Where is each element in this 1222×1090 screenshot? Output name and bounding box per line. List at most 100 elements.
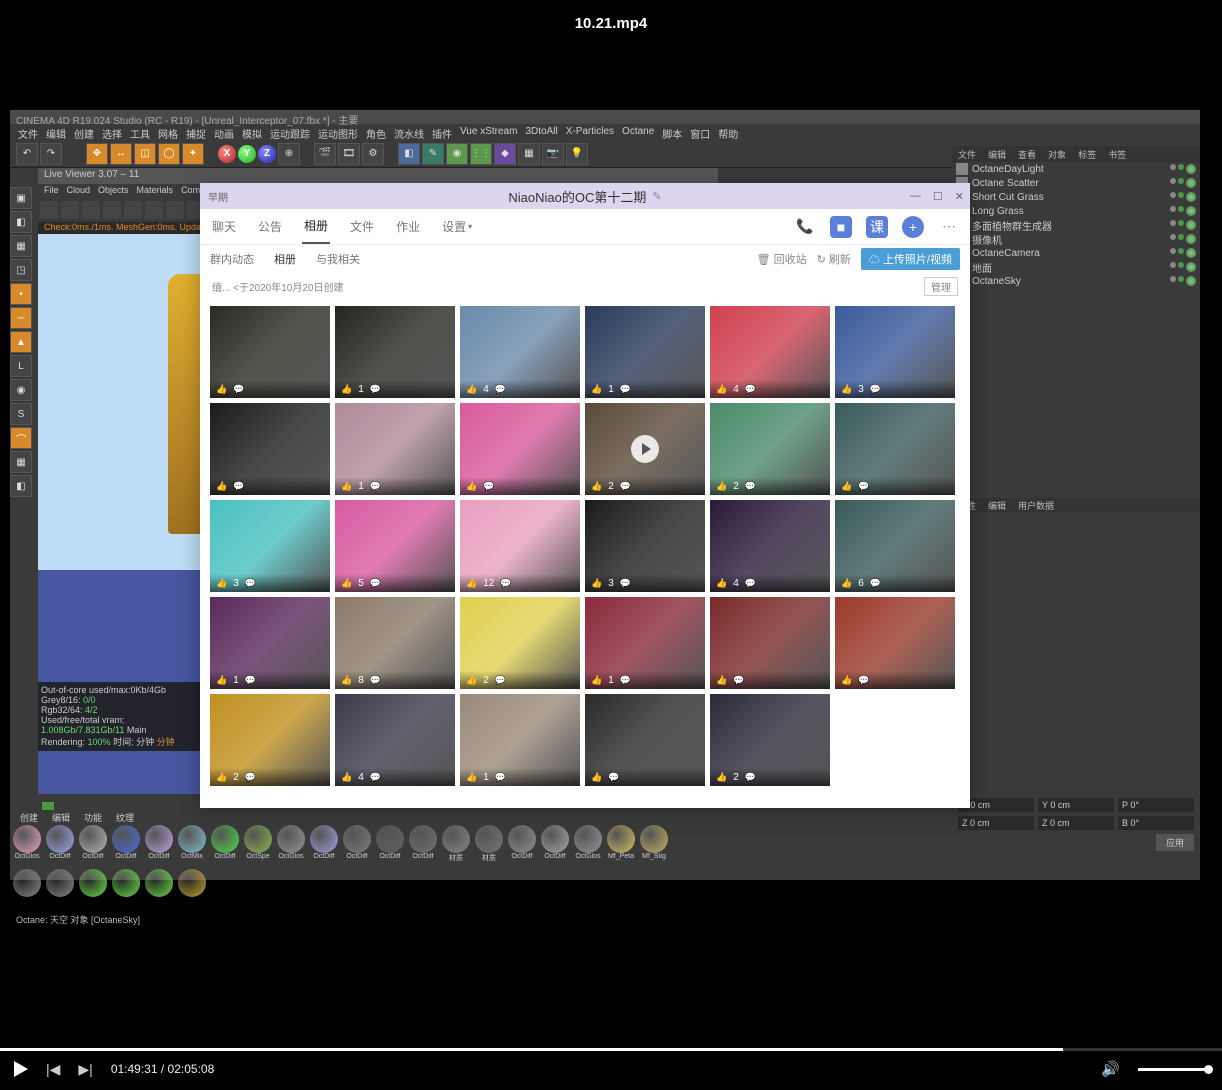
vp-btn[interactable]	[103, 201, 121, 219]
select-icon[interactable]: ✥	[86, 143, 108, 165]
comment-icon[interactable]	[620, 384, 631, 395]
expand-label[interactable]: 早期	[208, 189, 228, 204]
menu-item[interactable]: X-Particles	[564, 126, 616, 138]
comment-icon[interactable]	[495, 772, 506, 783]
rotate-icon[interactable]: ◯	[158, 143, 180, 165]
menu-item[interactable]: 帮助	[716, 126, 740, 138]
comment-icon[interactable]	[620, 675, 631, 686]
object-row[interactable]: OctaneSky	[952, 274, 1200, 288]
viewport-icon[interactable]: ◉	[10, 379, 32, 401]
chat-titlebar[interactable]: 早期 NiaoNiao的OC第十二期 ✎ — ☐ ✕	[200, 183, 970, 209]
z-axis-icon[interactable]: Z	[258, 145, 276, 163]
menu-item[interactable]: 3DtoAll	[523, 126, 559, 138]
material-ball[interactable]: OctDiff	[407, 825, 439, 867]
like-icon[interactable]	[466, 481, 477, 492]
like-icon[interactable]	[591, 675, 602, 686]
photo-thumbnail[interactable]: 3	[835, 306, 955, 398]
photo-thumbnail[interactable]: 1	[585, 597, 705, 689]
locked-icon[interactable]: ◧	[10, 475, 32, 497]
next-icon[interactable]: ▶|	[78, 1061, 92, 1078]
comment-icon[interactable]	[858, 675, 869, 686]
chat-tab[interactable]: 公告	[256, 210, 284, 243]
photo-thumbnail[interactable]: 4	[335, 694, 455, 786]
like-icon[interactable]	[841, 481, 852, 492]
coord-p[interactable]: P 0°	[1118, 798, 1194, 812]
photo-thumbnail[interactable]: 2	[210, 694, 330, 786]
photo-thumbnail[interactable]: 1	[460, 694, 580, 786]
more-icon[interactable]: ⋯	[938, 216, 960, 238]
photo-thumbnail[interactable]: 4	[710, 306, 830, 398]
menu-item[interactable]: 捕捉	[184, 126, 208, 138]
comment-icon[interactable]	[245, 772, 256, 783]
cube-icon[interactable]: ◧	[398, 143, 420, 165]
vp-btn[interactable]	[166, 201, 184, 219]
material-tabs[interactable]: 创建编辑功能纹理	[10, 810, 960, 824]
manage-button[interactable]: 管理	[924, 277, 958, 296]
photo-thumbnail[interactable]: 12	[460, 500, 580, 592]
material-ball[interactable]: OctDiff	[143, 825, 175, 867]
recycle-icon[interactable]: 🗑 回收站	[757, 251, 807, 267]
rendersetting-icon[interactable]: ⚙	[362, 143, 384, 165]
like-icon[interactable]	[466, 675, 477, 686]
comment-icon[interactable]	[370, 675, 381, 686]
play-icon[interactable]	[14, 1061, 28, 1077]
like-icon[interactable]	[216, 578, 227, 589]
pvrender-icon[interactable]: 🎞	[338, 143, 360, 165]
like-icon[interactable]	[341, 384, 352, 395]
menu-item[interactable]: 编辑	[44, 126, 68, 138]
video-call-icon[interactable]: ■	[830, 216, 852, 238]
like-icon[interactable]	[216, 481, 227, 492]
photo-thumbnail[interactable]: 2	[710, 694, 830, 786]
photo-thumbnail[interactable]	[835, 597, 955, 689]
seek-bar[interactable]	[0, 1048, 1222, 1051]
like-icon[interactable]	[466, 578, 477, 589]
like-icon[interactable]	[716, 384, 727, 395]
material-ball[interactable]: 材质	[473, 825, 505, 867]
comment-icon[interactable]	[620, 578, 631, 589]
photo-thumbnail[interactable]: 2	[585, 403, 705, 495]
vp-btn[interactable]	[145, 201, 163, 219]
menu-item[interactable]: 模拟	[240, 126, 264, 138]
workplane-icon[interactable]: ◳	[10, 259, 32, 281]
like-icon[interactable]	[216, 384, 227, 395]
comment-icon[interactable]	[870, 578, 881, 589]
menu-item[interactable]: 角色	[364, 126, 388, 138]
deformer-icon[interactable]: ◆	[494, 143, 516, 165]
chat-tab[interactable]: 聊天	[210, 210, 238, 243]
coord-b[interactable]: B 0°	[1118, 816, 1194, 830]
photo-thumbnail[interactable]: 1	[210, 597, 330, 689]
vp-btn[interactable]	[82, 201, 100, 219]
object-row[interactable]: Long Grass	[952, 204, 1200, 218]
like-icon[interactable]	[591, 481, 602, 492]
comment-icon[interactable]	[858, 481, 869, 492]
like-icon[interactable]	[341, 481, 352, 492]
maximize-icon[interactable]: ☐	[933, 190, 943, 203]
material-ball[interactable]	[44, 869, 76, 911]
menu-item[interactable]: 工具	[128, 126, 152, 138]
chat-subtab[interactable]: 相册	[274, 251, 296, 267]
point-icon[interactable]: •	[10, 283, 32, 305]
like-icon[interactable]	[341, 675, 352, 686]
poly-icon[interactable]: ▲	[10, 331, 32, 353]
comment-icon[interactable]	[870, 384, 881, 395]
comment-icon[interactable]	[370, 578, 381, 589]
add-icon[interactable]: +	[902, 216, 924, 238]
like-icon[interactable]	[716, 675, 727, 686]
redo-icon[interactable]: ↷	[40, 143, 62, 165]
material-ball[interactable]: OctDiff	[209, 825, 241, 867]
photo-thumbnail[interactable]	[835, 403, 955, 495]
object-row[interactable]: 摄像机	[952, 232, 1200, 246]
coord-icon[interactable]: ⊕	[278, 143, 300, 165]
upload-button[interactable]: ☁ 上传照片/视频	[861, 248, 960, 270]
comment-icon[interactable]	[245, 578, 256, 589]
undo-icon[interactable]: ↶	[16, 143, 38, 165]
photo-thumbnail[interactable]	[585, 694, 705, 786]
menu-item[interactable]: 运动跟踪	[268, 126, 312, 138]
object-row[interactable]: 地面	[952, 260, 1200, 274]
coord-z[interactable]: Z 0 cm	[958, 816, 1034, 830]
material-ball[interactable]: OctDiff	[44, 825, 76, 867]
material-ball[interactable]: OctDiff	[506, 825, 538, 867]
comment-icon[interactable]	[745, 578, 756, 589]
comment-icon[interactable]	[495, 675, 506, 686]
comment-icon[interactable]	[233, 384, 244, 395]
